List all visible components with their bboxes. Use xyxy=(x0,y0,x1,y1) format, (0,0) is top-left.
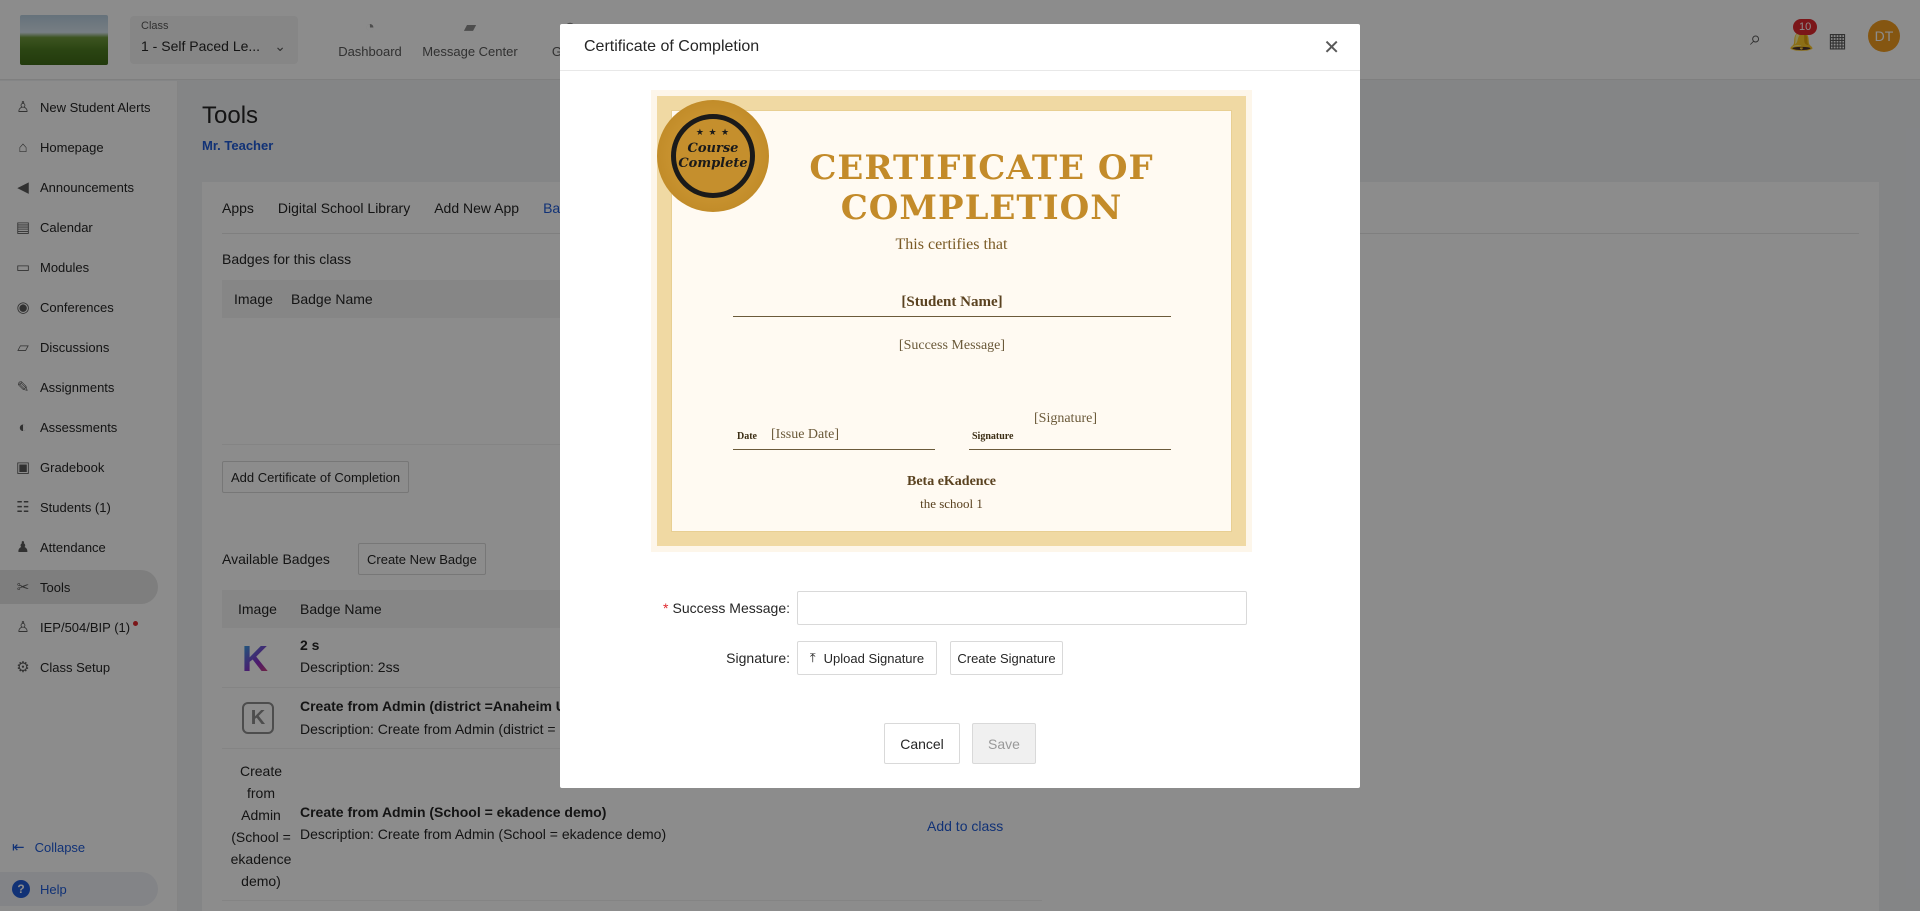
date-label: Date xyxy=(737,431,757,442)
success-message-placeholder: [Success Message] xyxy=(898,338,1006,353)
cancel-button[interactable]: Cancel xyxy=(884,723,960,764)
success-message-label: * Success Message: xyxy=(620,600,790,616)
signature-label: Signature xyxy=(972,431,1014,442)
close-icon[interactable]: ✕ xyxy=(1323,35,1340,60)
label-colon: : xyxy=(786,600,790,616)
modal-header: Certificate of Completion ✕ xyxy=(560,24,1360,71)
name-underline xyxy=(733,316,1171,317)
certificate-heading-line1: CERTIFICATE OF xyxy=(809,148,1154,188)
school-name: Beta eKadence xyxy=(906,474,997,489)
modal-title: Certificate of Completion xyxy=(584,38,760,55)
create-signature-button[interactable]: Create Signature xyxy=(950,641,1063,675)
signature-underline xyxy=(969,449,1171,450)
certificate-modal: Certificate of Completion ✕ ★ ★ ★ Course… xyxy=(560,24,1360,788)
upload-signature-label: Upload Signature xyxy=(823,650,925,666)
student-name-placeholder: [Student Name] xyxy=(901,294,1003,310)
school-sub: the school 1 xyxy=(920,496,983,511)
upload-signature-button[interactable]: ⤒ Upload Signature xyxy=(797,641,937,675)
certifies-text: This certifies that xyxy=(895,236,1008,253)
save-button[interactable]: Save xyxy=(972,723,1036,764)
signature-placeholder: [Signature] xyxy=(1034,411,1097,426)
stars-icon: ★ ★ ★ xyxy=(695,127,731,137)
certificate-heading-line2: COMPLETION xyxy=(840,188,1123,228)
success-message-input[interactable] xyxy=(797,591,1247,625)
label-colon: : xyxy=(786,650,790,666)
date-underline xyxy=(733,449,935,450)
upload-icon: ⤒ xyxy=(809,650,816,665)
issue-date-placeholder: [Issue Date] xyxy=(771,427,840,442)
signature-label-text: Signature xyxy=(726,650,787,666)
required-marker: * xyxy=(663,600,669,616)
certificate-preview: ★ ★ ★ Course Complete CERTIFICATE OF COM… xyxy=(651,90,1252,552)
signature-form-label: Signature: xyxy=(620,650,790,666)
success-message-label-text: Success Message xyxy=(672,600,787,616)
